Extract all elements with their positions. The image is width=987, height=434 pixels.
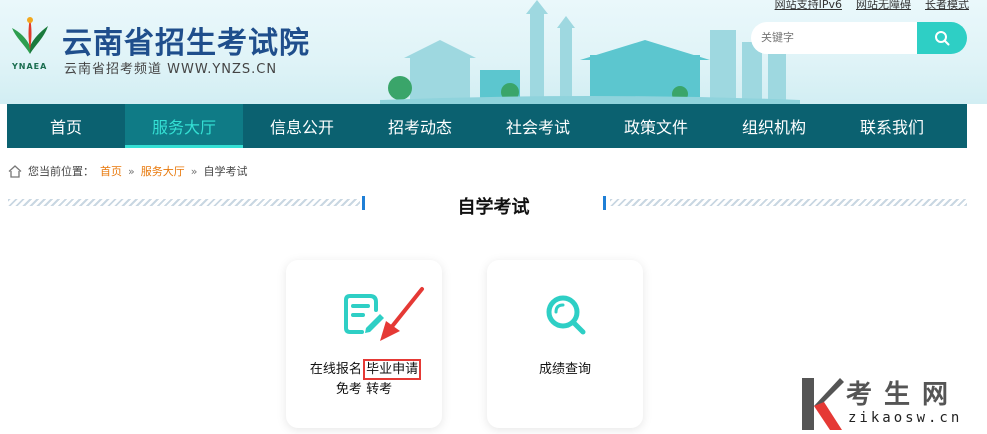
breadcrumb-current: 自学考试 <box>203 165 248 178</box>
logo-text: YNAEA <box>12 62 48 71</box>
main-nav: 首页 服务大厅 信息公开 招考动态 社会考试 政策文件 组织机构 联系我们 <box>7 104 967 148</box>
section-divider-bar-right <box>603 196 606 210</box>
elder-mode-link[interactable]: 长者模式 <box>925 0 969 12</box>
nav-item-contact-us[interactable]: 联系我们 <box>833 104 951 148</box>
nav-item-info-disclosure[interactable]: 信息公开 <box>243 104 361 148</box>
site-title: 云南省招生考试院 <box>62 26 310 61</box>
nav-item-organization[interactable]: 组织机构 <box>715 104 833 148</box>
header-banner: 网站支持IPv6 网站无障碍 长者模式 YNAEA 云南省招生考试院 云南省招考… <box>0 0 987 104</box>
watermark-cn-text: 考生网 <box>846 380 961 410</box>
skyline-illustration <box>380 0 800 104</box>
accessibility-link[interactable]: 网站无障碍 <box>856 0 911 12</box>
nav-item-service-hall[interactable]: 服务大厅 <box>125 104 243 148</box>
score-query-link[interactable]: 成绩查询 <box>539 362 591 377</box>
transfer-exam-link[interactable]: 转考 <box>366 382 392 397</box>
search-result-icon <box>546 295 586 335</box>
breadcrumb-separator: » <box>128 164 135 178</box>
service-card-score-query: 成绩查询 <box>487 260 643 428</box>
section-title: 自学考试 <box>457 197 530 218</box>
breadcrumb-service-hall-link[interactable]: 服务大厅 <box>141 163 185 179</box>
watermark-en-text: zikaosw.cn <box>848 410 963 426</box>
search-button[interactable] <box>917 22 967 54</box>
red-arrow-annotation <box>380 287 424 341</box>
section-divider-right <box>610 199 967 206</box>
card-links-row-2: 免考 转考 <box>286 378 442 397</box>
nav-item-admission-news[interactable]: 招考动态 <box>361 104 479 148</box>
search-icon <box>935 31 950 46</box>
nav-item-home[interactable]: 首页 <box>7 104 125 148</box>
breadcrumb: 您当前位置： 首页 » 服务大厅 » 自学考试 <box>8 163 247 179</box>
card-links-row-1: 成绩查询 <box>487 358 643 377</box>
logo-icon <box>12 17 48 54</box>
nav-item-policy-documents[interactable]: 政策文件 <box>597 104 715 148</box>
home-icon <box>8 164 22 178</box>
watermark: 考生网 zikaosw.cn <box>800 374 987 434</box>
watermark-logo-icon <box>802 378 844 430</box>
graduation-application-link[interactable]: 毕业申请 <box>363 359 422 380</box>
card-links-row-1: 在线报名 毕业申请 <box>286 358 442 380</box>
search-input[interactable] <box>751 22 931 54</box>
breadcrumb-prefix: 您当前位置： <box>28 165 94 178</box>
online-registration-link[interactable]: 在线报名 <box>310 362 362 377</box>
top-links: 网站支持IPv6 网站无障碍 长者模式 <box>775 0 969 12</box>
breadcrumb-separator: » <box>190 164 198 178</box>
site-subtitle: 云南省招考频道 WWW.YNZS.CN <box>64 62 278 77</box>
breadcrumb-home-link[interactable]: 首页 <box>100 163 122 179</box>
search-box <box>751 22 967 54</box>
nav-item-social-exams[interactable]: 社会考试 <box>479 104 597 148</box>
exemption-link[interactable]: 免考 <box>336 382 362 397</box>
